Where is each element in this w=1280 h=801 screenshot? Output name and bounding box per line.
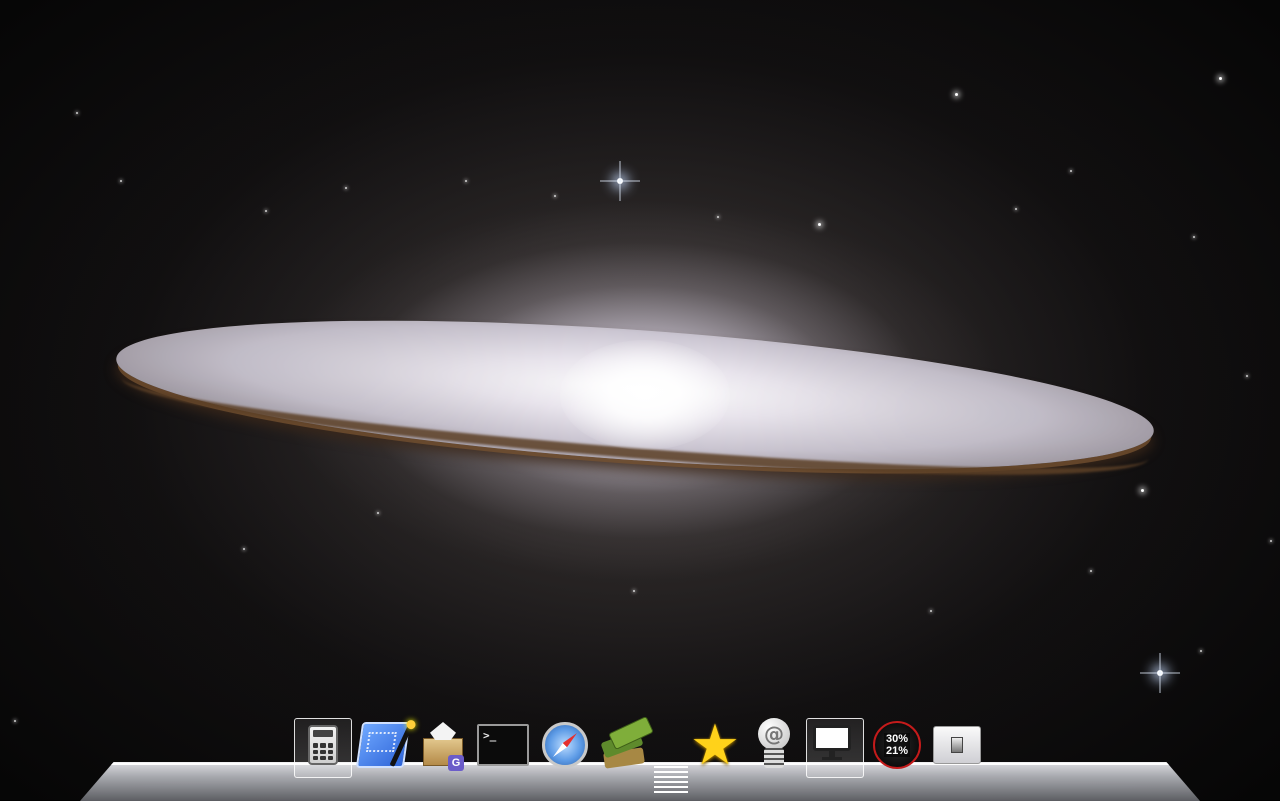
star (465, 180, 467, 182)
terminal-icon: >_ (476, 718, 530, 772)
star (243, 548, 245, 550)
star (1200, 650, 1202, 652)
dock-item-safari[interactable] (536, 718, 594, 800)
star (265, 210, 267, 212)
star (1270, 540, 1272, 542)
star-icon: ★ (689, 713, 741, 776)
mail-at-icon: @ (748, 718, 802, 772)
star (377, 512, 379, 514)
cpu-usage: 30% (883, 733, 911, 745)
dock-item-mail[interactable]: @ (746, 718, 804, 800)
switch-icon (930, 718, 984, 772)
gauge-icon: 30% 21% (870, 718, 924, 772)
package-icon: G (416, 718, 470, 772)
dock-item-calculator[interactable] (294, 718, 352, 800)
dock-item-interface-builder[interactable] (354, 718, 414, 800)
star (1141, 489, 1144, 492)
monitor-icon (808, 718, 862, 772)
desktop-wallpaper (0, 0, 1280, 800)
dock-item-favorites[interactable]: ★ (686, 713, 744, 800)
star (717, 216, 719, 218)
stack-icon (654, 766, 688, 796)
star (633, 590, 635, 592)
package-badge: G (448, 755, 464, 771)
star (1070, 170, 1072, 172)
star (617, 178, 623, 184)
galaxy-core (560, 340, 730, 450)
interface-builder-icon (355, 718, 414, 772)
dock-item-light-switch[interactable] (928, 718, 986, 800)
dock-item-package-installer[interactable]: G (414, 718, 472, 800)
terminal-prompt: >_ (477, 724, 529, 766)
memory-usage: 21% (883, 745, 911, 757)
dock-item-screen-sharing[interactable] (806, 718, 864, 800)
calculator-icon (296, 718, 350, 772)
star (14, 720, 16, 722)
star (554, 195, 556, 197)
star (1090, 570, 1092, 572)
dock: G >_ ★ @ 30% 21% (294, 713, 994, 800)
star (345, 187, 347, 189)
star (1157, 670, 1163, 676)
star (76, 112, 78, 114)
safari-compass-icon (538, 718, 592, 772)
star (1015, 208, 1017, 210)
star (1219, 77, 1222, 80)
dock-item-system-monitor[interactable]: 30% 21% (868, 718, 926, 800)
dock-item-dictionary[interactable] (596, 715, 654, 800)
star (930, 610, 932, 612)
star (818, 223, 821, 226)
books-icon (598, 715, 654, 772)
star (1193, 236, 1195, 238)
dock-item-terminal[interactable]: >_ (474, 718, 532, 800)
star (955, 93, 958, 96)
star (1246, 375, 1248, 377)
star (120, 180, 122, 182)
